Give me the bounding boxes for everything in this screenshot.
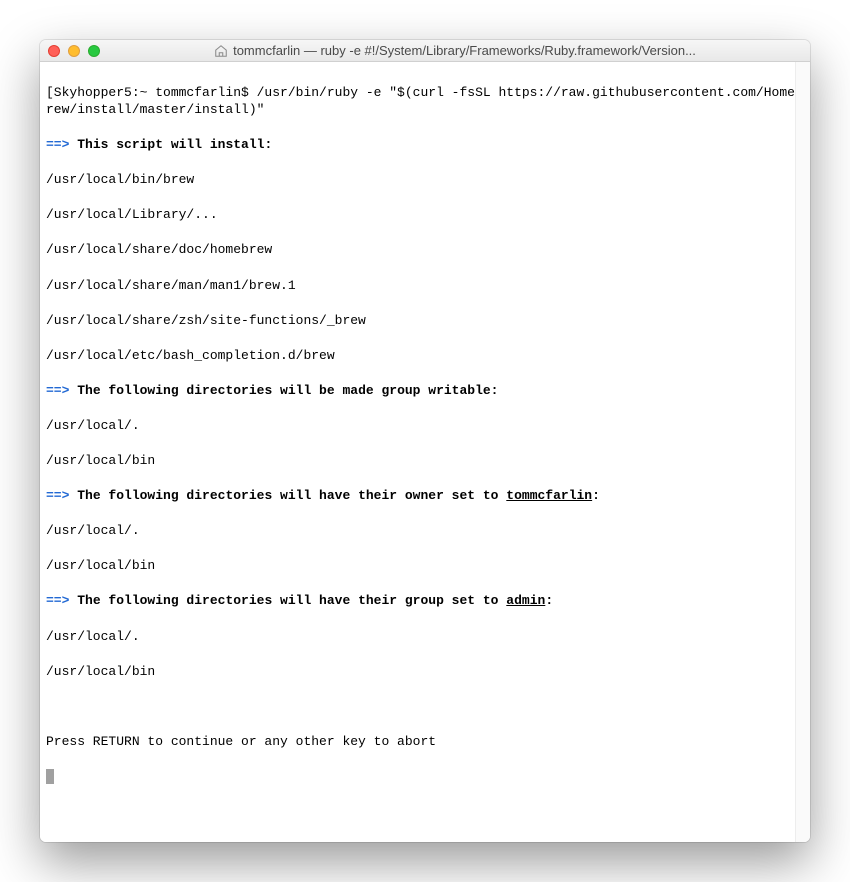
minimize-button[interactable] bbox=[68, 45, 80, 57]
command-line: [Skyhopper5:~ tommcfarlin$ /usr/bin/ruby… bbox=[46, 84, 804, 119]
owner-prefix: The following directories will have thei… bbox=[77, 488, 506, 503]
owner-path: /usr/local/. bbox=[46, 522, 804, 540]
install-path: /usr/local/bin/brew bbox=[46, 171, 804, 189]
arrow-icon: ==> bbox=[46, 383, 69, 398]
group-path: /usr/local/. bbox=[46, 628, 804, 646]
section-group-header: ==> The following directories will have … bbox=[46, 592, 804, 610]
scrollbar[interactable] bbox=[795, 62, 810, 842]
prompt-message: Press RETURN to continue or any other ke… bbox=[46, 733, 804, 751]
group-path: /usr/local/bin bbox=[46, 663, 804, 681]
maximize-button[interactable] bbox=[88, 45, 100, 57]
writable-title: The following directories will be made g… bbox=[77, 383, 498, 398]
owner-path: /usr/local/bin bbox=[46, 557, 804, 575]
owner-suffix: : bbox=[592, 488, 600, 503]
close-button[interactable] bbox=[48, 45, 60, 57]
traffic-lights bbox=[48, 45, 100, 57]
blank-line bbox=[46, 698, 804, 716]
install-path: /usr/local/etc/bash_completion.d/brew bbox=[46, 347, 804, 365]
arrow-icon: ==> bbox=[46, 488, 69, 503]
owner-user: tommcfarlin bbox=[506, 488, 592, 503]
install-title: This script will install: bbox=[77, 137, 272, 152]
window-title: tommcfarlin — ruby -e #!/System/Library/… bbox=[233, 43, 696, 58]
install-path: /usr/local/share/doc/homebrew bbox=[46, 241, 804, 259]
install-path: /usr/local/share/zsh/site-functions/_bre… bbox=[46, 312, 804, 330]
cursor-line bbox=[46, 768, 804, 786]
install-path: /usr/local/share/man/man1/brew.1 bbox=[46, 277, 804, 295]
section-writable-header: ==> The following directories will be ma… bbox=[46, 382, 804, 400]
install-path: /usr/local/Library/... bbox=[46, 206, 804, 224]
writable-path: /usr/local/bin bbox=[46, 452, 804, 470]
writable-path: /usr/local/. bbox=[46, 417, 804, 435]
terminal-window: tommcfarlin — ruby -e #!/System/Library/… bbox=[40, 40, 810, 842]
home-icon bbox=[214, 44, 228, 58]
section-install-header: ==> This script will install: bbox=[46, 136, 804, 154]
cursor bbox=[46, 769, 54, 784]
section-owner-header: ==> The following directories will have … bbox=[46, 487, 804, 505]
window-title-area: tommcfarlin — ruby -e #!/System/Library/… bbox=[110, 43, 800, 58]
arrow-icon: ==> bbox=[46, 137, 69, 152]
terminal-body[interactable]: [Skyhopper5:~ tommcfarlin$ /usr/bin/ruby… bbox=[40, 62, 810, 842]
titlebar[interactable]: tommcfarlin — ruby -e #!/System/Library/… bbox=[40, 40, 810, 62]
